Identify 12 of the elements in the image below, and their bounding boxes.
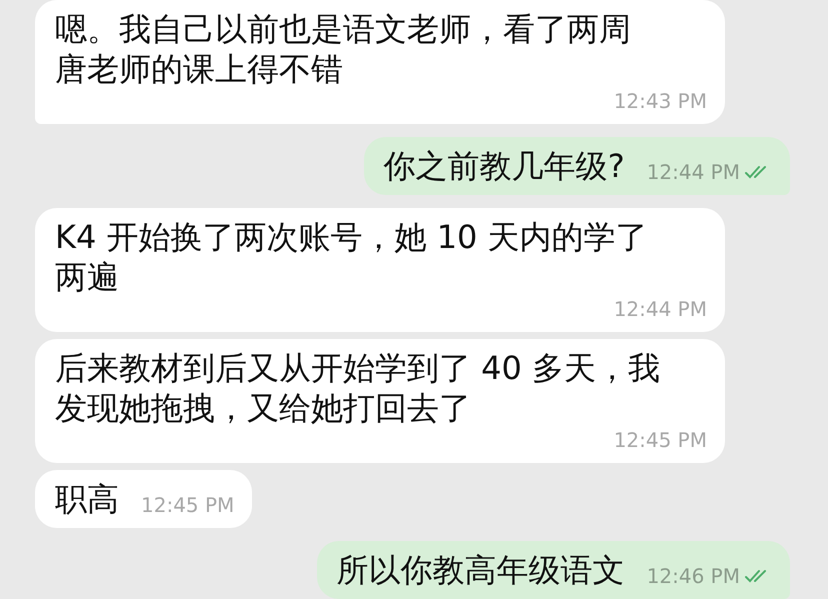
message-time: 12:45 PM — [614, 428, 707, 452]
message-text: 你之前教几年级? — [384, 146, 625, 186]
message-time: 12:45 PM — [141, 493, 234, 517]
message-time: 12:44 PM — [646, 160, 740, 184]
message-time: 12:46 PM — [646, 564, 740, 588]
message-time: 12:44 PM — [614, 297, 707, 321]
message-text: K4 开始换了两次账号，她 10 天内的学了两遍 — [55, 217, 649, 297]
message-text: 所以你教高年级语文 — [336, 550, 625, 590]
message-text: 后来教材到后又从开始学到了 40 多天，我发现她拖拽，又给她打回去了 — [55, 348, 661, 428]
message-text: 嗯。我自己以前也是语文老师，看了两周唐老师的课上得不错 — [55, 9, 632, 89]
message-time: 12:43 PM — [614, 89, 707, 113]
message-text: 职高 — [55, 479, 119, 519]
